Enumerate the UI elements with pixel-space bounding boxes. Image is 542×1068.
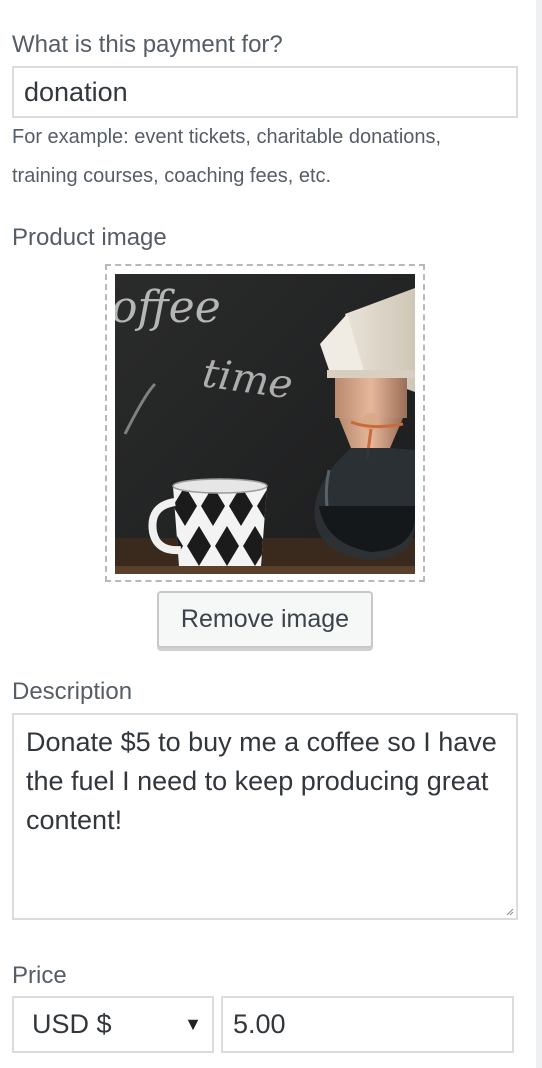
price-label: Price: [12, 962, 67, 989]
product-image-label: Product image: [12, 224, 167, 251]
currency-value: USD $: [32, 1009, 112, 1039]
resize-grip-icon[interactable]: [506, 908, 514, 916]
remove-image-button[interactable]: Remove image: [157, 591, 373, 648]
payment-for-input[interactable]: donation: [12, 66, 518, 118]
description-label: Description: [12, 678, 133, 705]
description-textarea[interactable]: Donate $5 to buy me a coffee so I have t…: [12, 713, 518, 920]
payment-for-help-line-1: For example: event tickets, charitable d…: [12, 126, 442, 148]
currency-select[interactable]: USD $ ▼: [12, 996, 214, 1053]
payment-for-help-text: For example: event tickets, charitable d…: [12, 118, 518, 196]
payment-for-label: What is this payment for?: [12, 31, 283, 58]
payment-for-help-line-2: training courses, coaching fees, etc.: [12, 165, 332, 187]
price-amount-input[interactable]: 5.00: [221, 996, 514, 1053]
product-image-coffee: offee time: [115, 274, 415, 574]
payment-for-value: donation: [24, 76, 128, 107]
chalk-text-coffee: offee: [115, 282, 221, 333]
dropdown-caret-icon: ▼: [184, 1014, 202, 1034]
description-value: Donate $5 to buy me a coffee so I have t…: [26, 727, 497, 835]
product-image-frame[interactable]: offee time: [105, 264, 425, 582]
price-amount-value: 5.00: [233, 1009, 286, 1039]
sidebar-scroll-edge: [536, 0, 542, 1068]
